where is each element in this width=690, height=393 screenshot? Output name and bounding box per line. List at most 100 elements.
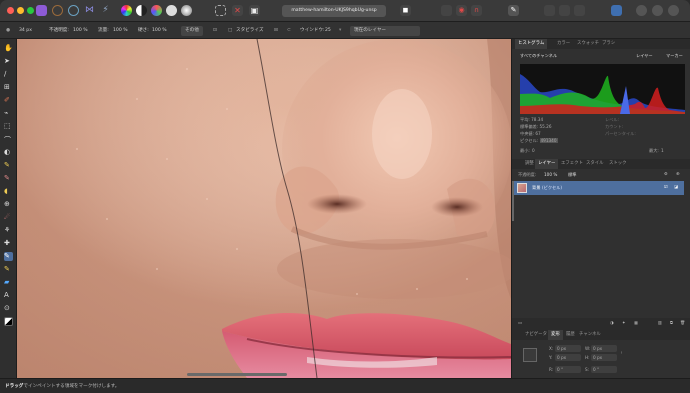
document-tab[interactable]: matthew-hamilton-UKJS9hqbUg-unsp xyxy=(282,5,386,17)
brush-size[interactable]: 34 px xyxy=(19,22,32,39)
flip-icon[interactable] xyxy=(559,5,570,16)
red-eye-icon[interactable]: ◉ xyxy=(456,5,467,16)
photo-persona-icon[interactable] xyxy=(36,5,47,16)
move-tool-icon[interactable]: ➤ xyxy=(4,57,13,66)
min-value[interactable]: 0 xyxy=(532,148,535,153)
export-persona-icon[interactable]: ⚡ xyxy=(100,5,111,16)
marker-button[interactable]: マーカー xyxy=(666,53,683,59)
document-canvas[interactable] xyxy=(17,39,511,378)
flood-select-tool-icon[interactable]: ⌁ xyxy=(4,109,13,118)
pressure-icon[interactable]: ⊡ xyxy=(213,22,217,39)
gradient-tool-icon[interactable]: ▰ xyxy=(4,278,13,287)
selection-marquee-icon[interactable] xyxy=(215,5,226,16)
inpainting-tool-icon[interactable]: ✎ xyxy=(4,252,13,261)
flood-fill-tool-icon[interactable]: ◐ xyxy=(4,148,13,157)
minimize-window-button[interactable] xyxy=(17,7,24,14)
horizontal-scrollbar[interactable] xyxy=(187,373,287,376)
add-mask-icon[interactable]: ▭ xyxy=(518,320,522,325)
brush-icon[interactable]: ✎ xyxy=(508,5,519,16)
arrange-icon[interactable] xyxy=(544,5,555,16)
add-fx-icon[interactable]: ✦ xyxy=(622,320,626,325)
view-tool-icon[interactable]: ✋ xyxy=(4,44,13,53)
layer-visibility-checkbox[interactable]: ☑ xyxy=(664,184,668,189)
stabilize-checkbox[interactable]: □ xyxy=(228,22,232,39)
assistant-icon[interactable] xyxy=(611,5,622,16)
blend-mode-select[interactable]: 標準 xyxy=(568,172,576,178)
r-field[interactable]: 0 ° xyxy=(555,366,581,373)
liquify-persona-icon[interactable] xyxy=(52,5,63,16)
window-value[interactable]: 25 xyxy=(325,22,331,39)
tab-styles[interactable]: スタイル xyxy=(583,159,607,169)
duplicate-layer-icon[interactable]: ⧉ xyxy=(670,320,673,325)
rope-mode-icon[interactable]: ⊟ xyxy=(274,22,278,39)
freehand-select-tool-icon[interactable]: ⌒ xyxy=(4,135,13,144)
crop-tool-icon[interactable]: ⊞ xyxy=(4,83,13,92)
align-icon[interactable] xyxy=(441,5,452,16)
layer-settings-icon[interactable]: ⚙ xyxy=(664,171,668,176)
white-balance-icon[interactable] xyxy=(166,5,177,16)
tab-swatches[interactable]: スウォッチ xyxy=(574,39,602,49)
smudge-tool-icon[interactable]: ☄ xyxy=(4,213,13,222)
red-eye-tool-icon[interactable]: ✎ xyxy=(4,265,13,274)
auto-contrast-icon[interactable] xyxy=(181,5,192,16)
tab-histogram[interactable]: ヒストグラム xyxy=(515,39,548,49)
tab-transform[interactable]: 変形 xyxy=(548,330,563,340)
develop-persona-icon[interactable] xyxy=(68,5,79,16)
color-balance-icon[interactable] xyxy=(151,5,162,16)
layer-lock-toggle-icon[interactable]: ◪ xyxy=(674,184,678,189)
layers-scrollbar[interactable] xyxy=(512,181,514,221)
layer-lock-icon[interactable]: ⊕ xyxy=(676,171,680,176)
tab-stock[interactable]: ストック xyxy=(606,159,630,169)
s-field[interactable]: 0 ° xyxy=(591,366,617,373)
quick-mask-icon[interactable]: ◼ xyxy=(400,5,411,16)
clone-tool-icon[interactable]: ⊕ xyxy=(4,200,13,209)
color-swatch-icon[interactable] xyxy=(4,317,13,326)
snapping-icon[interactable]: ∩ xyxy=(471,5,482,16)
layer-button[interactable]: レイヤー xyxy=(636,53,653,59)
max-value[interactable]: 1 xyxy=(661,148,664,153)
rotate-icon[interactable] xyxy=(574,5,585,16)
selection-brush-tool-icon[interactable]: ✐ xyxy=(4,96,13,105)
paint-brush-tool-icon[interactable]: ✎ xyxy=(4,161,13,170)
tab-navigator[interactable]: ナビゲータ xyxy=(522,330,550,340)
h-field[interactable]: 0 px xyxy=(591,354,617,361)
opacity-value[interactable]: 100 % xyxy=(73,22,88,39)
deselect-icon[interactable]: ✕ xyxy=(232,5,243,16)
anchor-selector[interactable] xyxy=(523,348,537,362)
tab-brushes[interactable]: ブラシ xyxy=(599,39,618,49)
y-field[interactable]: 0 px xyxy=(555,354,581,361)
help-icon[interactable] xyxy=(668,5,679,16)
shape-tool-icon[interactable]: ⊙ xyxy=(4,304,13,313)
link-aspect-icon[interactable]: ⁞ xyxy=(621,350,622,355)
window-mode-icon[interactable]: ⊂ xyxy=(287,22,291,39)
levels-icon[interactable] xyxy=(136,5,147,16)
color-wheel-icon[interactable] xyxy=(121,5,132,16)
erase-brush-tool-icon[interactable]: ✎ xyxy=(4,174,13,183)
tab-effects[interactable]: エフェクト xyxy=(558,159,586,169)
close-window-button[interactable] xyxy=(7,7,14,14)
layer-opacity-value[interactable]: 100 % xyxy=(544,172,557,177)
color-picker-tool-icon[interactable]: ∕ xyxy=(4,70,13,79)
healing-tool-icon[interactable]: ✚ xyxy=(4,239,13,248)
invert-selection-icon[interactable]: ▣ xyxy=(249,5,260,16)
layer-row-background[interactable]: 背景 (ピクセル) ☑ ◪ xyxy=(514,181,684,195)
channel-select[interactable]: すべてのチャンネル xyxy=(520,53,557,59)
tab-color[interactable]: カラー xyxy=(554,39,573,49)
dodge-tool-icon[interactable]: ◖ xyxy=(4,187,13,196)
tab-layers[interactable]: レイヤー xyxy=(535,159,559,169)
x-field[interactable]: 0 px xyxy=(555,345,581,352)
add-adjustment-icon[interactable]: ◑ xyxy=(610,320,614,325)
zoom-window-button[interactable] xyxy=(27,7,34,14)
add-layer-icon[interactable]: ▦ xyxy=(634,320,638,325)
tone-mapping-persona-icon[interactable]: ⋈ xyxy=(84,5,95,16)
add-group-icon[interactable]: ▥ xyxy=(658,320,662,325)
window-stepper-icon[interactable]: ▾ xyxy=(339,22,341,39)
text-tool-icon[interactable]: A xyxy=(4,291,13,300)
marquee-tool-icon[interactable]: ⬚ xyxy=(4,122,13,131)
delete-layer-icon[interactable]: 🗑 xyxy=(680,320,685,326)
w-field[interactable]: 0 px xyxy=(591,345,617,352)
chat-icon[interactable] xyxy=(652,5,663,16)
hardness-value[interactable]: 100 % xyxy=(152,22,167,39)
flow-value[interactable]: 100 % xyxy=(113,22,128,39)
tab-channels[interactable]: チャンネル xyxy=(576,330,604,340)
